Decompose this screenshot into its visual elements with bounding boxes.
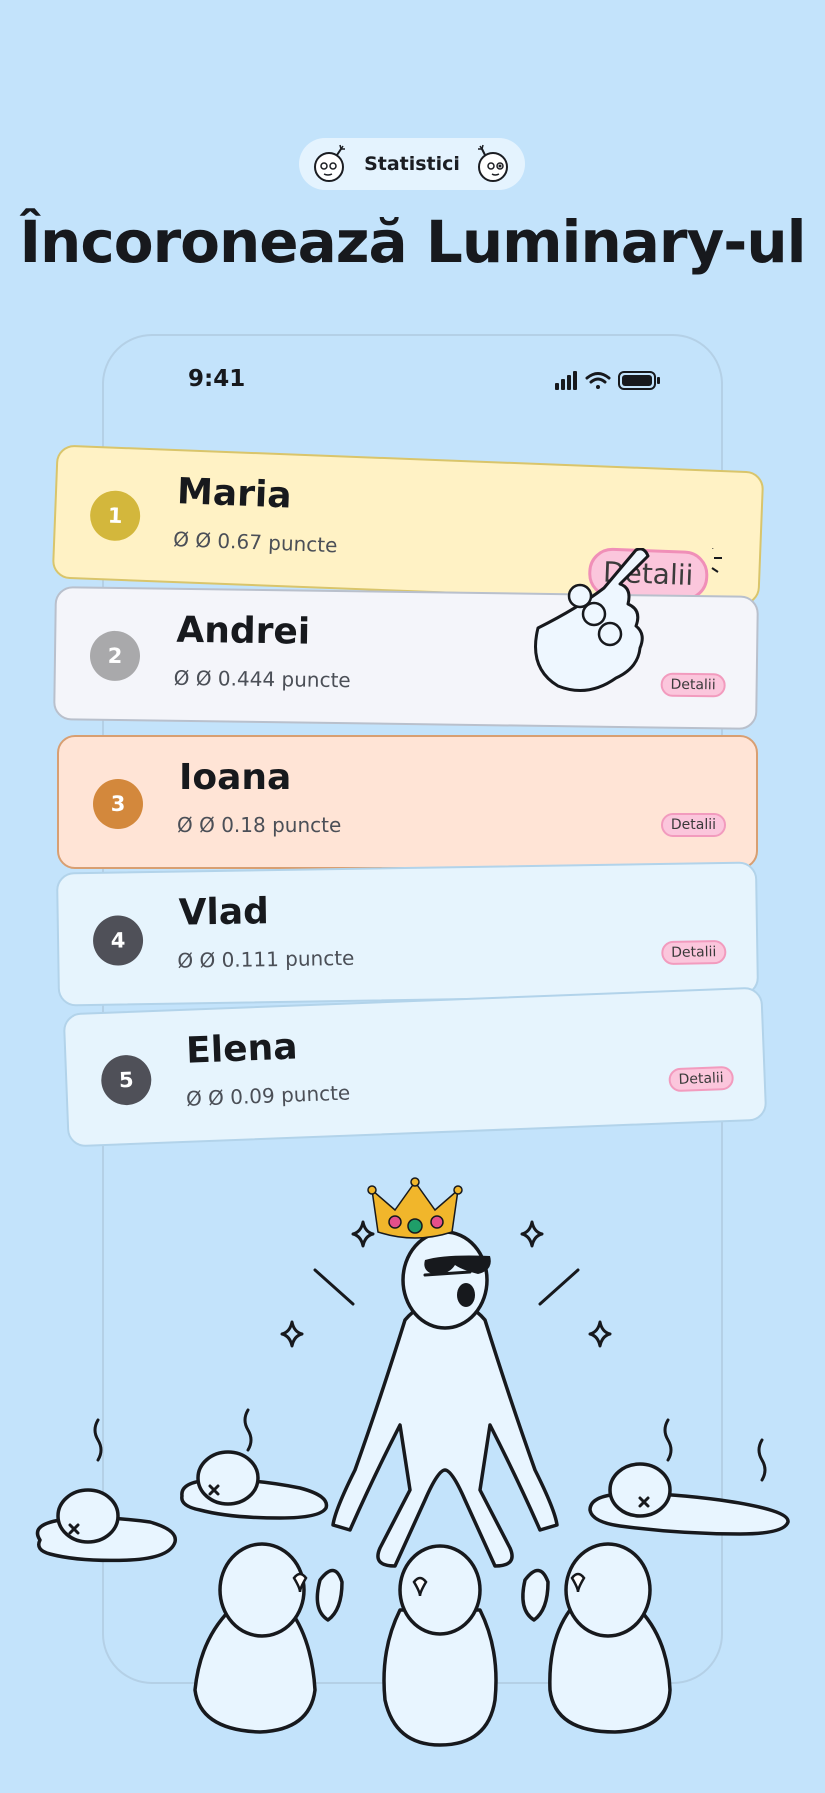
signal-icon xyxy=(555,371,577,390)
page-headline: Încoronează Luminary-ul xyxy=(19,208,806,276)
player-score: Ø Ø 0.09 puncte xyxy=(185,1080,351,1111)
rank-badge: 5 xyxy=(100,1054,153,1107)
player-name: Vlad xyxy=(178,891,270,934)
pointing-hand-icon xyxy=(534,548,722,692)
celebration-illustration xyxy=(35,1177,790,1747)
details-button[interactable]: Detalii xyxy=(661,939,727,966)
statistics-label: Statistici xyxy=(364,153,460,175)
status-bar-icons xyxy=(555,371,660,390)
leaderboard-card-3[interactable]: 3 Ioana Ø Ø 0.18 puncte Detalii xyxy=(57,735,758,869)
leaderboard-card-5[interactable]: 5 Elena Ø Ø 0.09 puncte Detalii xyxy=(62,986,768,1148)
statistics-pill: Statistici xyxy=(299,138,525,190)
battery-icon xyxy=(618,371,660,390)
bomb-face-icon xyxy=(314,144,346,182)
player-name: Elena xyxy=(185,1026,299,1072)
player-score: Ø Ø 0.18 puncte xyxy=(177,813,342,837)
player-name: Andrei xyxy=(176,609,311,653)
details-button[interactable]: Detalii xyxy=(668,1065,735,1093)
player-score: Ø Ø 0.111 puncte xyxy=(177,945,355,973)
player-name: Maria xyxy=(176,471,293,517)
player-score: Ø Ø 0.444 puncte xyxy=(173,665,351,693)
status-time: 9:41 xyxy=(188,366,246,392)
wifi-icon xyxy=(585,372,611,389)
crown-icon xyxy=(367,1177,463,1239)
rank-badge: 2 xyxy=(89,630,141,682)
player-name: Ioana xyxy=(179,757,292,798)
bomb-face-icon xyxy=(477,144,508,182)
details-button[interactable]: Detalii xyxy=(660,813,726,837)
rank-badge: 4 xyxy=(92,915,144,966)
player-score: Ø Ø 0.67 puncte xyxy=(172,527,338,558)
leaderboard-card-4[interactable]: 4 Vlad Ø Ø 0.111 puncte Detalii xyxy=(55,861,760,1007)
rank-badge: 3 xyxy=(93,779,143,829)
rank-badge: 1 xyxy=(89,489,142,542)
